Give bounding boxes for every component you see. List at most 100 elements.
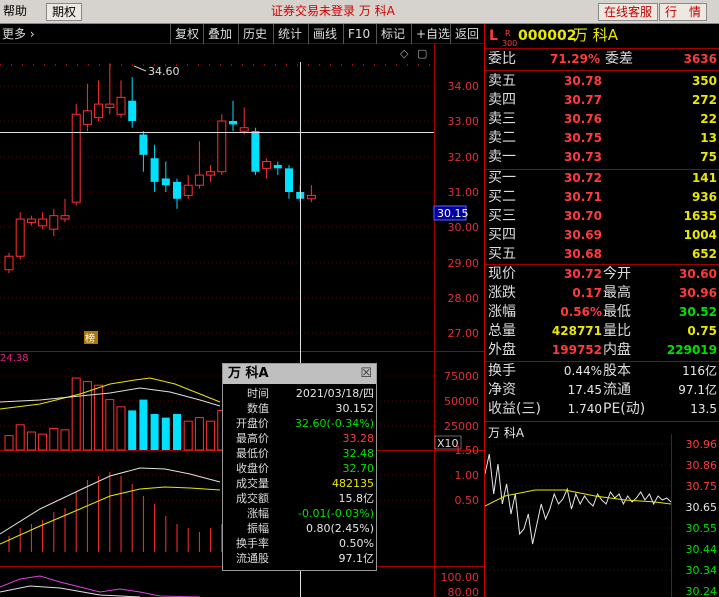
tooltip-label: 成交量 [236,477,269,490]
more-button[interactable]: 更多 › [0,24,39,44]
futures-tab[interactable]: 期权 [46,3,83,21]
candle-body [173,181,181,199]
diamond-icon[interactable]: ◇ [400,47,409,60]
bid-volume: 141 [691,171,717,185]
tooltip-row: 换手率 0.50% [223,536,378,551]
ask-label: 卖五 [488,73,516,89]
bid-row: 买四 30.69 1004 [485,226,719,245]
bid-label: 买三 [488,208,516,224]
info-row: 收益(三) 1.740 PE(动) 13.5 [485,400,719,419]
price-tick: 31.00 [448,186,480,199]
tool-fuquan[interactable]: 复权 [170,24,203,44]
bid-price: 30.71 [564,190,602,204]
candle-body [4,255,14,271]
tooltip-label: 流通股 [236,552,269,565]
online-service-button[interactable]: 在线客服 [598,3,659,21]
tooltip-title: 万 科A [223,364,376,384]
stat-value: 229019 [666,343,717,357]
ask-price: 30.75 [564,131,602,145]
tool-add-favorite[interactable]: +自选 [411,24,454,44]
candle-body [273,164,282,169]
mini-tick: 30.75 [686,480,718,493]
stock-code: 000002 [518,28,577,44]
stat-value: 30.52 [679,305,717,319]
volume-bar [139,399,148,450]
help-menu[interactable]: 帮助 [0,3,30,21]
window-icon[interactable]: ▢ [417,47,427,60]
price-tick: 27.00 [448,327,480,340]
kdj-tick: 80.00 [448,586,480,597]
stat-label: 涨幅 [488,304,516,320]
tooltip-row: 最高价 33.28 [223,431,378,446]
volume-tick: 25000 [444,420,479,433]
window-title: 证券交易未登录 万 科A [271,4,395,18]
stat-label: 最高 [603,285,631,301]
tooltip-value: 97.1亿 [338,552,375,565]
tooltip-label: 振幅 [247,522,269,535]
volume-bar [49,427,59,451]
ratio-label: 委比 [488,51,516,67]
volume-bar [105,399,115,451]
candle-body [183,184,193,196]
volume-bar [183,420,193,451]
stat-value: 199752 [551,343,602,357]
stat-value: 30.72 [564,267,602,281]
ratio-value: 71.29% [550,52,600,66]
mini-tick: 30.86 [686,459,718,472]
tooltip-value: 482135 [332,477,374,490]
current-price-text: 30.15 [437,207,469,220]
tool-mark[interactable]: 标记 [376,24,409,44]
tooltip-label: 最高价 [236,432,269,445]
stat-label: 现价 [488,266,516,282]
ask-price: 30.78 [564,74,602,88]
candle-body [26,218,36,223]
candle-body [15,218,25,257]
mini-tick: 30.44 [686,543,718,556]
tooltip-label: 收盘价 [236,462,269,475]
bid-price: 30.68 [564,247,602,261]
tool-draw[interactable]: 画线 [308,24,341,44]
tooltip-value: 32.60(-0.34%) [295,417,374,430]
tool-stats[interactable]: 统计 [273,24,306,44]
candle-body [94,103,104,119]
quote-header: L R 300 000002 万 科A [485,25,719,48]
stat-label: 最低 [603,304,631,320]
diff-label: 委差 [605,51,633,67]
top-menu-bar: 帮助 期权 证券交易未登录 万 科A 在线客服 行 情 [0,0,719,24]
tooltip-value: 15.8亿 [338,492,375,505]
stat-label: 外盘 [488,342,516,358]
tool-history[interactable]: 历史 [238,24,271,44]
close-icon[interactable]: ☒ [360,366,372,381]
tool-overlay[interactable]: 叠加 [203,24,236,44]
quote-button[interactable]: 行 情 [659,3,708,21]
tooltip-value: 30.152 [335,402,375,415]
tooltip-label: 最低价 [236,447,269,460]
info-row: 换手 0.44% 股本 116亿 [485,362,719,381]
bid-price: 30.72 [564,171,602,185]
volume-bar [60,429,70,451]
candle-body [306,194,316,200]
stat-label: 内盘 [603,342,631,358]
tool-back[interactable]: 返回 [450,24,483,44]
candle-body [139,134,148,155]
info-row: 净资 17.45 流通 97.1亿 [485,381,719,400]
volume-bar [173,414,181,450]
tooltip-row: 成交量 482135 [223,476,378,491]
candle-body [251,131,260,172]
candle-body [49,215,59,230]
mini-tick: 30.55 [686,522,718,535]
tooltip-label: 涨幅 [247,507,269,520]
price-tick: 30.00 [448,221,480,234]
candle-body [206,171,216,176]
tooltip-label: 换手率 [236,537,269,550]
mini-axis: 30.96 30.86 30.75 30.65 30.55 30.44 30.3… [686,438,718,597]
tooltip-row: 流通股 97.1亿 [223,551,378,566]
diff-value: 3636 [683,52,717,66]
price-tick: 33.00 [448,115,480,128]
stat-row: 涨幅 0.56% 最低 30.52 [485,303,719,322]
bid-volume: 1004 [683,228,717,242]
stat-label: 今开 [603,266,631,282]
intraday-mini-chart[interactable]: 30.96 30.86 30.75 30.65 30.55 30.44 30.3… [485,434,719,597]
bid-row: 买一 30.72 141 [485,169,719,188]
tool-f10[interactable]: F10 [343,24,374,44]
